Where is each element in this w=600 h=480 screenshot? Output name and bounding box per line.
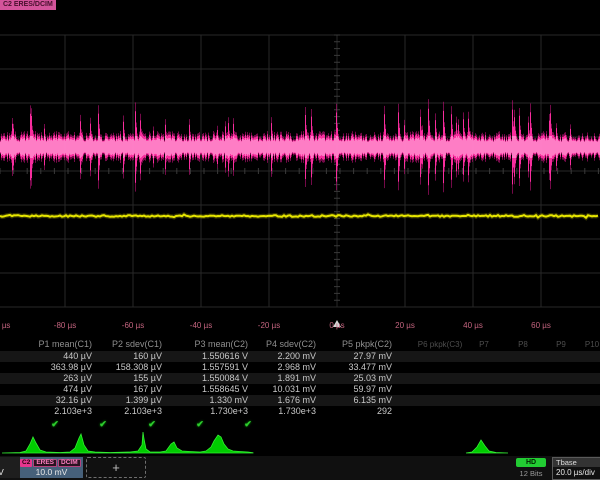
param-value: 1.730e+3 (252, 406, 316, 417)
histogram-trace (2, 432, 253, 453)
c2-badge: C2 (20, 459, 32, 467)
param-value: 2.968 mV (252, 362, 316, 373)
timebase-value: 20.0 µs/div (553, 467, 600, 478)
param-value: 155 µV (98, 373, 162, 384)
timebase-label: Tbase (553, 458, 600, 467)
param-header: P3 mean(C2) (166, 338, 248, 351)
param-value: 1.676 mV (252, 395, 316, 406)
param-column-p5[interactable]: P5 pkpk(C2)27.97 mV33.477 mV25.03 mV59.9… (320, 338, 392, 417)
param-value: 10.031 mV (252, 384, 316, 395)
status-check-icon: ✔ (45, 419, 65, 430)
param-value: 363.98 µV (6, 362, 92, 373)
measurement-table: P1 mean(C1)440 µV363.98 µV263 µV474 µV32… (0, 338, 600, 432)
param-column-p4[interactable]: P4 sdev(C2)2.200 mV2.968 mV1.891 mV10.03… (252, 338, 316, 417)
trace-annotation-badge: C2 ERES/DCIM (0, 0, 56, 10)
param-value: 440 µV (6, 351, 92, 362)
param-value: 1.558645 V (166, 384, 248, 395)
param-header: P2 sdev(C1) (98, 338, 162, 351)
hd-mode-badge[interactable]: HD (516, 458, 546, 467)
param-value: 474 µV (6, 384, 92, 395)
channel-c1-descriptor[interactable]: C1 DCIM 10.0 mV (0, 457, 20, 478)
param-value: 2.103e+3 (6, 406, 92, 417)
param-column-p1[interactable]: P1 mean(C1)440 µV363.98 µV263 µV474 µV32… (6, 338, 92, 417)
bottom-bar: C1 DCIM 10.0 mV C2 ERES DCIM 10.0 mV + H… (0, 456, 600, 480)
param-value: 1.730e+3 (166, 406, 248, 417)
status-check-icon: ✔ (238, 419, 258, 430)
param-value: 158.308 µV (98, 362, 162, 373)
time-axis-label: -40 µs (173, 321, 229, 330)
param-value: 6.135 mV (320, 395, 392, 406)
param-value: 27.97 mV (320, 351, 392, 362)
time-axis-label: 60 µs (513, 321, 569, 330)
status-check-icon: ✔ (190, 419, 210, 430)
param-header-inactive: P10 (557, 338, 600, 351)
param-value: 1.330 mV (166, 395, 248, 406)
c2-dcim-badge: DCIM (58, 459, 81, 467)
status-check-icon: ✔ (142, 419, 162, 430)
c2-eres-badge: ERES (33, 459, 57, 467)
param-value: 59.97 mV (320, 384, 392, 395)
param-value: 167 µV (98, 384, 162, 395)
param-value: 1.557591 V (166, 362, 248, 373)
time-axis-label: 0 µs (309, 321, 365, 330)
param-value: 1.550084 V (166, 373, 248, 384)
status-check-icon: ✔ (93, 419, 113, 430)
param-value: 263 µV (6, 373, 92, 384)
param-value: 1.399 µV (98, 395, 162, 406)
bits-label: 12 Bits (510, 469, 552, 478)
time-axis-label: -60 µs (105, 321, 161, 330)
param-value: 25.03 mV (320, 373, 392, 384)
histogram-trace (466, 440, 508, 453)
channel-c2-descriptor[interactable]: C2 ERES DCIM 10.0 mV (20, 457, 83, 478)
param-column-p2[interactable]: P2 sdev(C1)160 µV158.308 µV155 µV167 µV1… (98, 338, 162, 417)
param-value: 292 (320, 406, 392, 417)
time-axis-label: -20 µs (241, 321, 297, 330)
param-value: 32.16 µV (6, 395, 92, 406)
time-axis-label: 20 µs (377, 321, 433, 330)
trigger-marker-icon (0, 0, 600, 334)
param-header: P4 sdev(C2) (252, 338, 316, 351)
param-header: P5 pkpk(C2) (320, 338, 392, 351)
parameter-histogram (0, 432, 600, 456)
param-value: 2.200 mV (252, 351, 316, 362)
add-trace-button[interactable]: + (86, 457, 146, 478)
oscilloscope-screen: C2 ERES/DCIM -100 µs -80 µs -60 µs -40 µs -2… (0, 0, 600, 480)
c2-scale: 10.0 mV (20, 467, 83, 478)
param-header: P1 mean(C1) (6, 338, 92, 351)
time-axis-label: -80 µs (37, 321, 93, 330)
param-value: 33.477 mV (320, 362, 392, 373)
param-value: 2.103e+3 (98, 406, 162, 417)
time-axis-label: 40 µs (445, 321, 501, 330)
param-column-p3[interactable]: P3 mean(C2)1.550616 V1.557591 V1.550084 … (166, 338, 248, 417)
c1-scale: 10.0 mV (0, 467, 20, 478)
param-value: 1.550616 V (166, 351, 248, 362)
param-value: 1.891 mV (252, 373, 316, 384)
time-axis-label: -100 µs (0, 321, 25, 330)
param-value: 160 µV (98, 351, 162, 362)
timebase-descriptor[interactable]: Tbase 20.0 µs/div (552, 457, 600, 480)
